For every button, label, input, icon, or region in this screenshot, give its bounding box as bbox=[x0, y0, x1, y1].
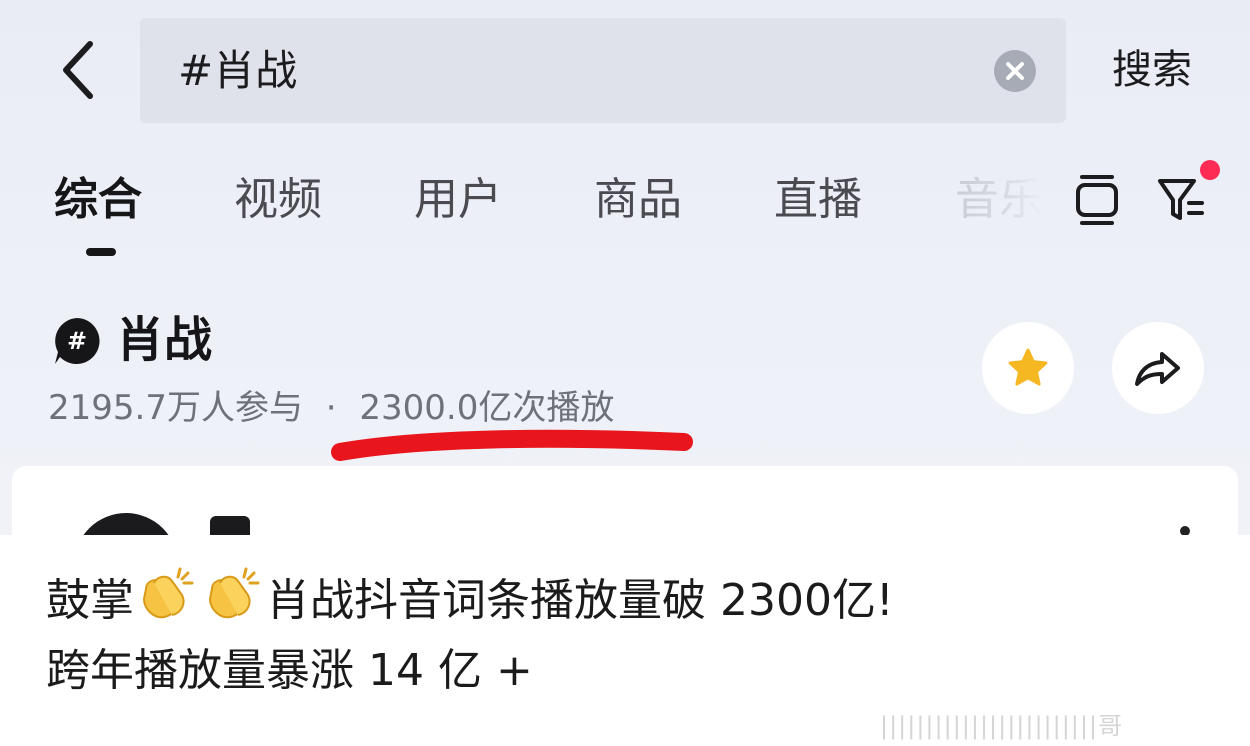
tab-live[interactable]: 直播 bbox=[774, 170, 862, 230]
share-button[interactable] bbox=[1112, 322, 1204, 414]
filter-notification-dot bbox=[1200, 160, 1220, 180]
participants-count: 2195.7万人参与 bbox=[48, 388, 303, 428]
card-author-name bbox=[210, 516, 250, 535]
layout-toggle-button[interactable] bbox=[1074, 172, 1120, 232]
active-tab-indicator bbox=[86, 248, 116, 256]
search-button[interactable]: 搜索 bbox=[1112, 44, 1192, 96]
star-icon bbox=[1008, 348, 1048, 386]
tab-video[interactable]: 视频 bbox=[234, 170, 322, 230]
clapping-hands-icon bbox=[136, 565, 198, 637]
red-marker-underline bbox=[331, 429, 693, 461]
search-input[interactable]: #肖战 bbox=[140, 18, 1066, 123]
topic-stats: 2195.7万人参与 · 2300.0亿次播放 bbox=[48, 385, 614, 431]
hashtag-badge: # bbox=[52, 316, 102, 366]
favorite-button[interactable] bbox=[982, 322, 1074, 414]
avatar[interactable] bbox=[74, 513, 178, 535]
caption-text-1: 肖战抖音词条播放量破 2300亿! bbox=[266, 575, 894, 626]
play-count: 2300.0亿次播放 bbox=[359, 388, 615, 428]
caption-line-1: 鼓掌 肖战抖音词条播放量破 2300亿! bbox=[46, 565, 894, 637]
video-result-card[interactable] bbox=[12, 466, 1238, 535]
tab-bar: 综合 视频 用户 商品 直播 音乐 bbox=[0, 170, 1250, 260]
app-screenshot: #肖战 搜索 综合 视频 用户 商品 直播 音乐 # 肖战 2195.7万人参与… bbox=[0, 0, 1250, 535]
watermark: ||||||||||||||||||||||||哥 bbox=[880, 712, 1124, 740]
caption-prefix: 鼓掌 bbox=[46, 575, 134, 626]
stats-separator: · bbox=[325, 388, 337, 428]
filter-button[interactable] bbox=[1156, 176, 1206, 228]
caption-line-2: 跨年播放量暴涨 14 亿 + bbox=[46, 645, 533, 696]
chevron-left-icon bbox=[63, 41, 93, 99]
search-query-text: #肖战 bbox=[178, 46, 298, 95]
clapping-hands-icon bbox=[202, 565, 264, 637]
clear-search-button[interactable] bbox=[994, 50, 1036, 92]
tab-users[interactable]: 用户 bbox=[414, 170, 502, 230]
clear-icon bbox=[1006, 62, 1024, 80]
topic-title: 肖战 bbox=[116, 312, 213, 368]
more-options-icon[interactable] bbox=[1180, 526, 1190, 535]
share-icon bbox=[1135, 352, 1180, 386]
hashtag-icon: # bbox=[55, 318, 100, 364]
tab-products[interactable]: 商品 bbox=[594, 170, 682, 230]
tab-comprehensive[interactable]: 综合 bbox=[54, 170, 142, 230]
list-view-icon bbox=[1076, 175, 1118, 225]
back-button[interactable] bbox=[50, 38, 106, 102]
svg-text:#: # bbox=[67, 327, 87, 355]
tab-music[interactable]: 音乐 bbox=[955, 170, 1043, 230]
filter-icon bbox=[1158, 179, 1204, 220]
